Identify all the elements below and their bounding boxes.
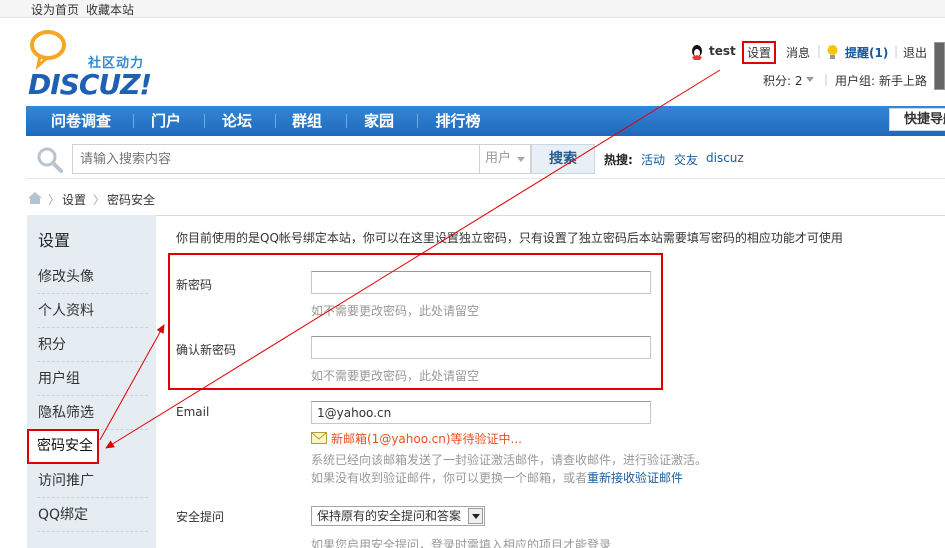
settings-link[interactable]: 设置 xyxy=(742,41,777,64)
hot-term-link[interactable]: 交友 xyxy=(674,151,698,168)
security-question-label: 安全提问 xyxy=(176,510,225,524)
main-nav: 问卷调查 门户 论坛 群组 家园 排行榜 xyxy=(26,106,945,136)
nav-item-portal[interactable]: 门户 xyxy=(144,106,188,136)
reminders-link[interactable]: 提醒(1) xyxy=(845,44,888,61)
breadcrumb: 〉 设置 〉 密码安全 xyxy=(26,189,945,207)
breadcrumb-separator: 〉 xyxy=(93,193,106,207)
logo-wordmark: DISCUZ! xyxy=(28,68,152,101)
search-input[interactable] xyxy=(72,144,480,174)
verify-note-prefix: 如果没有收到验证邮件，你可以更换一个邮箱，或者 xyxy=(311,471,588,485)
confirm-password-label: 确认新密码 xyxy=(176,343,237,357)
sidebar-item-profile[interactable]: 个人资料 xyxy=(27,294,156,328)
sidebar-item-privacy[interactable]: 隐私筛选 xyxy=(27,396,156,430)
sidebar-title: 设置 xyxy=(38,231,71,250)
email-field[interactable] xyxy=(311,401,651,424)
sidebar-item-credits[interactable]: 积分 xyxy=(27,328,156,362)
sidebar-item-usergroup[interactable]: 用户组 xyxy=(27,362,156,396)
hot-term-link[interactable]: discuz xyxy=(706,151,744,165)
confirm-password-hint: 如不需要更改密码，此处请留空 xyxy=(311,369,480,383)
separator: | xyxy=(817,44,822,58)
nav-item-ranking[interactable]: 排行榜 xyxy=(428,106,488,136)
security-question-select[interactable]: 保持原有的安全提问和答案 xyxy=(311,506,485,526)
separator: | xyxy=(824,72,829,86)
breadcrumb-current: 密码安全 xyxy=(107,193,156,207)
envelope-icon xyxy=(311,432,327,444)
quick-nav-button[interactable]: 快捷导航 xyxy=(889,108,945,131)
home-icon[interactable] xyxy=(27,191,43,205)
chevron-down-icon xyxy=(806,77,814,82)
nav-item-forum[interactable]: 论坛 xyxy=(215,106,259,136)
breadcrumb-separator: 〉 xyxy=(48,193,61,207)
logout-link[interactable]: 退出 xyxy=(903,44,927,61)
avatar[interactable] xyxy=(934,42,945,90)
hot-term-link[interactable]: 活动 xyxy=(641,151,665,168)
hot-search-label: 热搜: xyxy=(604,153,633,167)
chevron-down-icon xyxy=(468,508,483,524)
nav-item-home[interactable]: 家园 xyxy=(357,106,401,136)
sidebar-item-promotion[interactable]: 访问推广 xyxy=(27,464,156,498)
qq-penguin-icon xyxy=(692,45,702,60)
username-link[interactable]: test xyxy=(709,44,736,58)
search-button[interactable]: 搜索 xyxy=(531,144,595,174)
content-top-border xyxy=(156,215,945,216)
new-password-field[interactable] xyxy=(311,271,651,294)
email-label: Email xyxy=(176,405,210,419)
top-links-bar: 设为首页 收藏本站 xyxy=(0,0,945,18)
email-verify-status: 新邮箱(1@yahoo.cn)等待验证中... xyxy=(331,432,522,446)
search-icon xyxy=(37,147,63,173)
new-password-label: 新密码 xyxy=(176,278,213,292)
separator: | xyxy=(894,44,899,58)
sidebar-item-password-security[interactable]: 密码安全 xyxy=(27,429,99,464)
bulb-icon xyxy=(827,45,838,59)
set-home-link[interactable]: 设为首页 xyxy=(31,1,79,18)
resend-verify-link[interactable]: 重新接收验证邮件 xyxy=(587,469,683,486)
breadcrumb-settings[interactable]: 设置 xyxy=(62,191,86,208)
nav-item-survey[interactable]: 问卷调查 xyxy=(41,106,121,136)
bookmark-link[interactable]: 收藏本站 xyxy=(86,1,134,18)
points-menu[interactable]: 积分: 2 xyxy=(763,72,803,89)
sidebar-item-qq-bind[interactable]: QQ绑定 xyxy=(27,498,156,532)
search-type-select[interactable]: 用户 xyxy=(480,144,531,174)
qq-bind-info: 你目前使用的是QQ帐号绑定本站，你可以在这里设置独立密码，只有设置了独立密码后本… xyxy=(176,231,843,245)
usergroup-text: 用户组: 新手上路 xyxy=(835,74,927,88)
sidebar-item-avatar[interactable]: 修改头像 xyxy=(27,260,156,294)
chevron-down-icon xyxy=(517,157,525,162)
site-logo[interactable]: 社区动力 DISCUZ! xyxy=(26,28,166,101)
security-question-hint: 如果您启用安全提问，登录时需填入相应的项目才能登录 xyxy=(311,538,612,548)
confirm-password-field[interactable] xyxy=(311,336,651,359)
security-question-value: 保持原有的安全提问和答案 xyxy=(317,509,462,523)
verify-note: 系统已经向该邮箱发送了一封验证激活邮件，请查收邮件，进行验证激活。 xyxy=(311,453,708,467)
logo-bubble-icon xyxy=(30,30,66,70)
new-password-hint: 如不需要更改密码，此处请留空 xyxy=(311,304,480,318)
search-type-label: 用户 xyxy=(485,151,512,166)
nav-item-groups[interactable]: 群组 xyxy=(285,106,329,136)
messages-link[interactable]: 消息 xyxy=(786,44,810,61)
